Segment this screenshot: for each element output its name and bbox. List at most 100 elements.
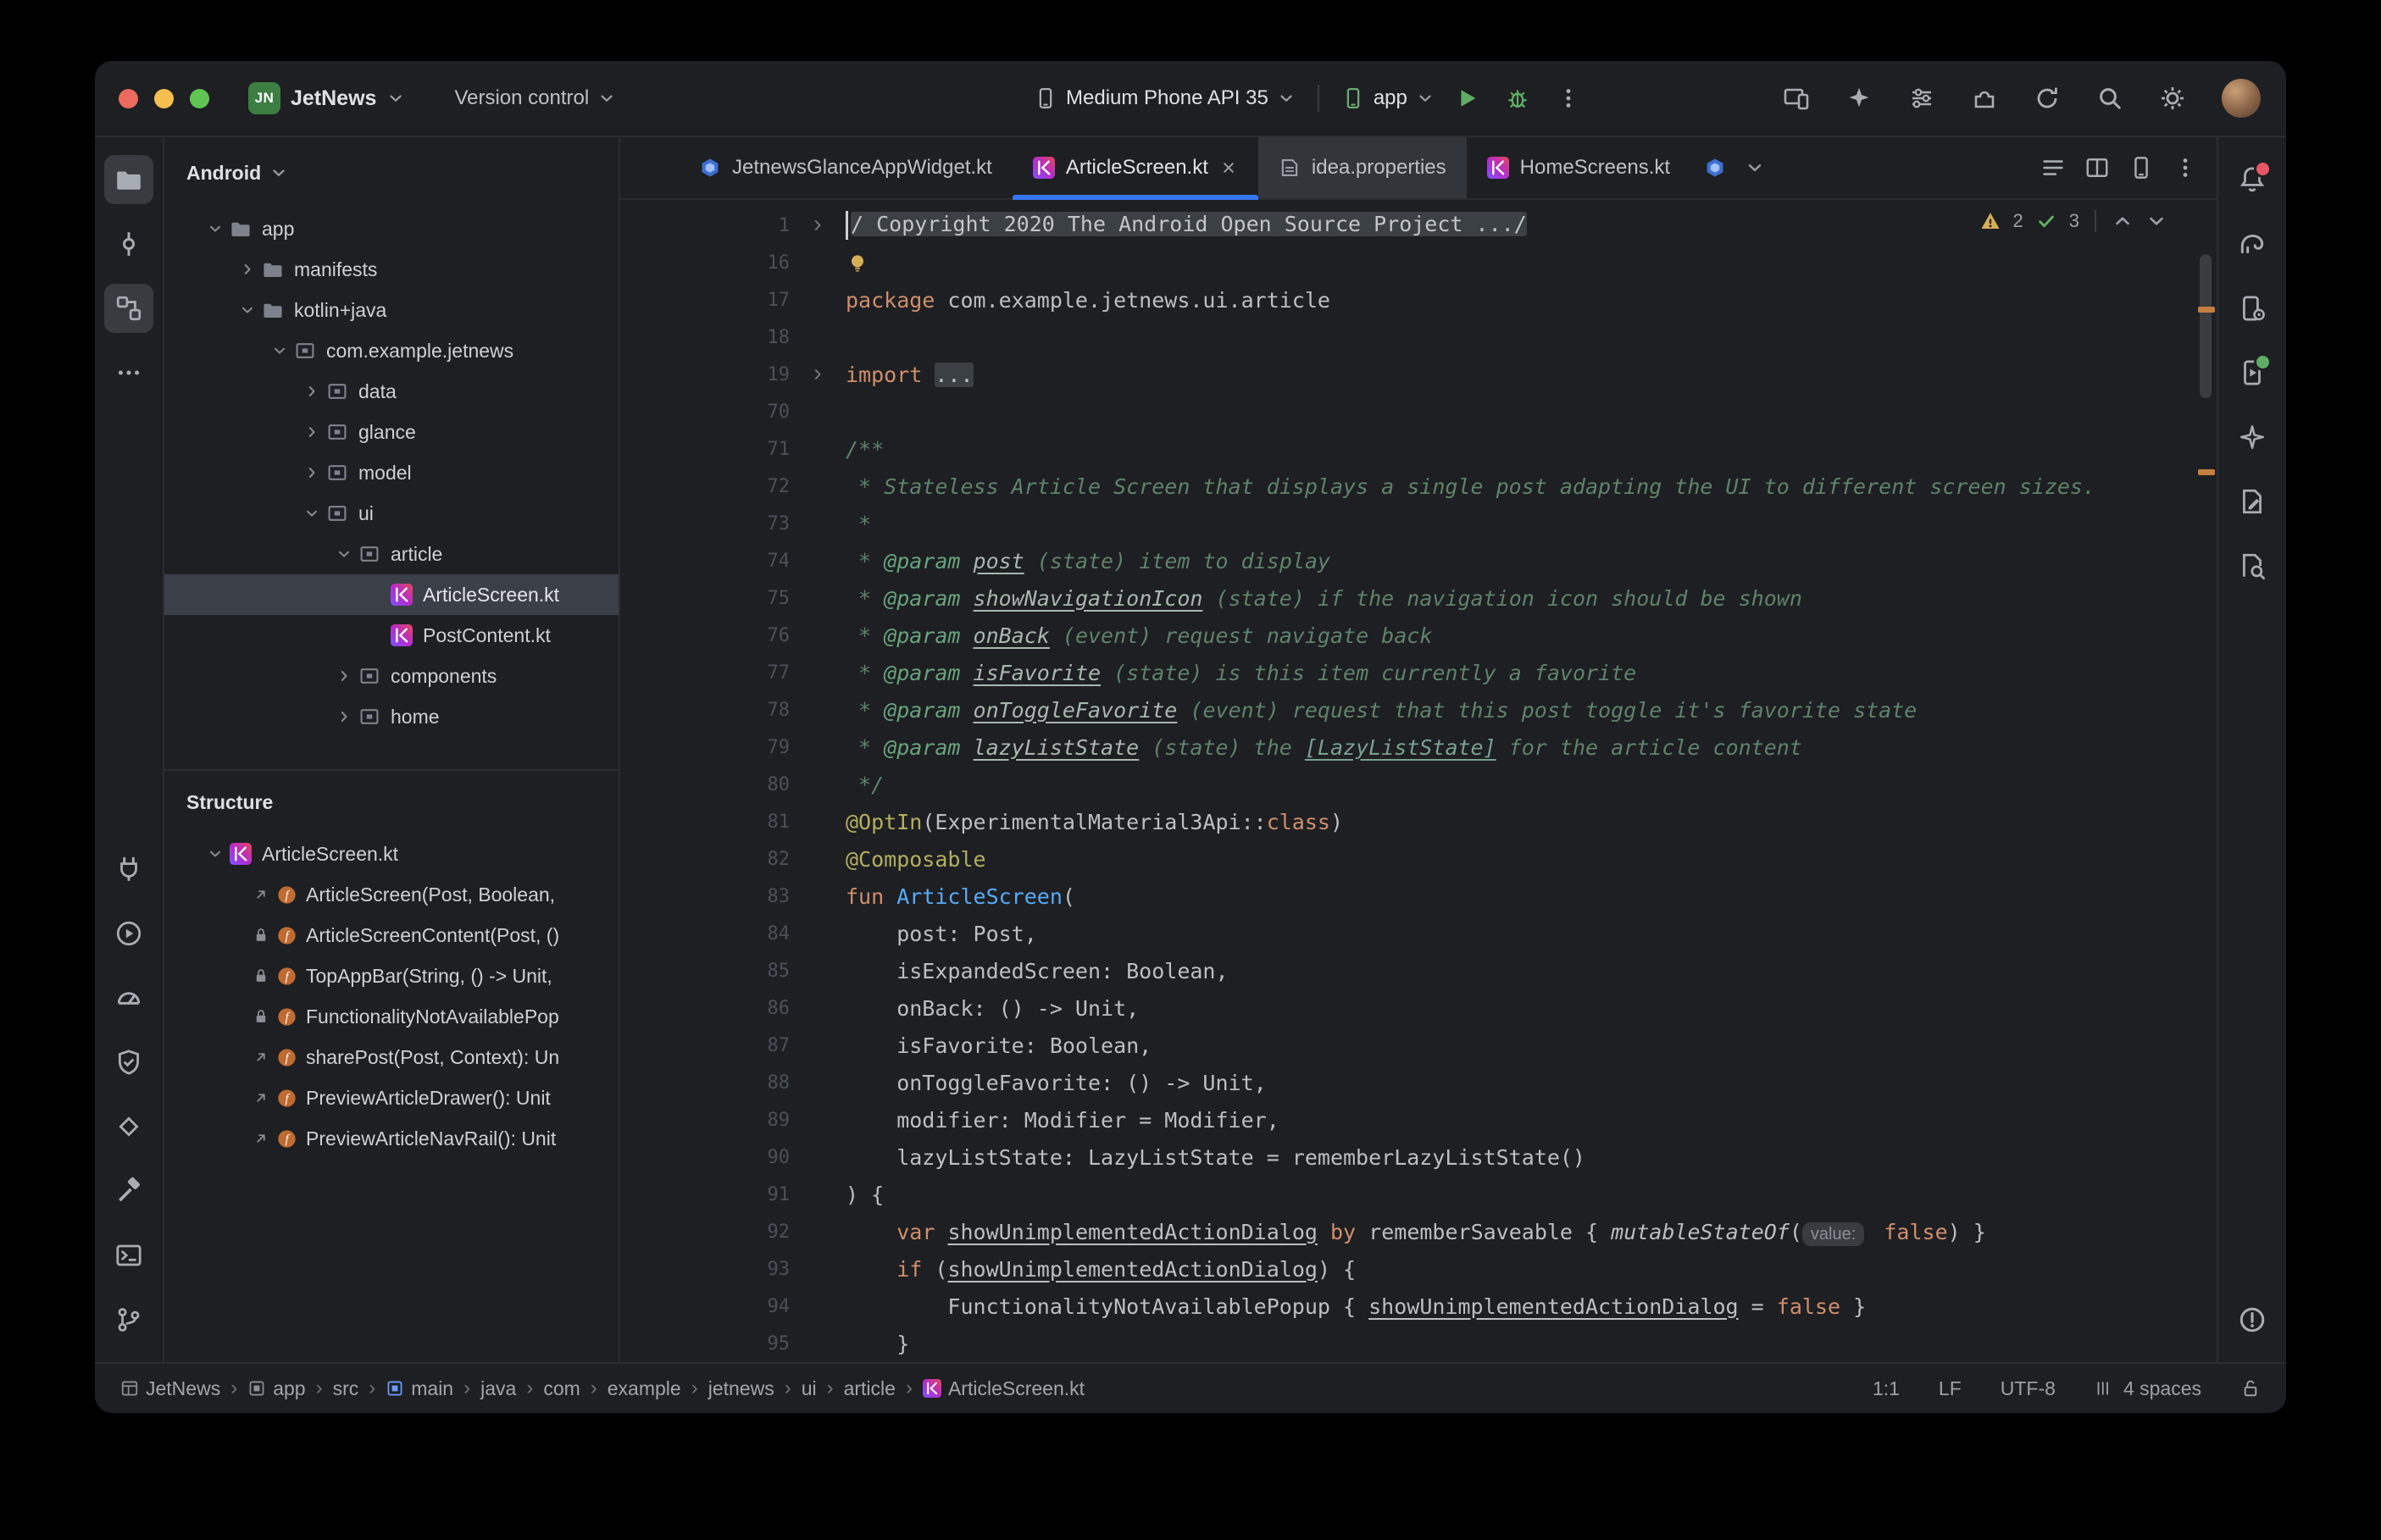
device-explorer-icon[interactable]: [104, 845, 153, 894]
chevron-down-icon[interactable]: [265, 342, 294, 359]
chevron-down-icon[interactable]: [201, 220, 230, 237]
tree-item-glance[interactable]: glance: [164, 412, 619, 452]
tree-item-manifests[interactable]: manifests: [164, 249, 619, 290]
device-preview-icon[interactable]: [2128, 155, 2154, 180]
tree-item-home[interactable]: home: [164, 696, 619, 737]
tree-item-app[interactable]: app: [164, 208, 619, 249]
user-avatar[interactable]: [2222, 79, 2261, 118]
structure-item-functionalitynotavailablepop[interactable]: f FunctionalityNotAvailablePop: [164, 996, 619, 1037]
run-tool-icon[interactable]: [104, 909, 153, 958]
notifications-icon[interactable]: [2228, 155, 2277, 204]
fold-arrow-icon[interactable]: [790, 217, 846, 234]
tree-item-ui[interactable]: ui: [164, 493, 619, 534]
breadcrumb-item-main[interactable]: main: [386, 1377, 453, 1400]
device-selector[interactable]: Medium Phone API 35: [1034, 86, 1296, 110]
tree-item-postcontent-kt[interactable]: PostContent.kt: [164, 615, 619, 656]
profiler-tool-icon[interactable]: [104, 973, 153, 1022]
inspection-widget[interactable]: 2 3: [1979, 210, 2168, 232]
structure-item-articlescreen-post-boolean[interactable]: f ArticleScreen(Post, Boolean,: [164, 874, 619, 915]
problems-tool-icon[interactable]: [2228, 1295, 2277, 1344]
build-tool-icon[interactable]: [104, 1166, 153, 1216]
intention-bulb-icon[interactable]: [846, 252, 869, 275]
tree-item-com-example-jetnews[interactable]: com.example.jetnews: [164, 330, 619, 371]
ide-settings-icon[interactable]: [2159, 85, 2186, 112]
tab-idea-properties[interactable]: idea.properties: [1258, 137, 1467, 198]
project-view-selector[interactable]: Android: [164, 137, 619, 208]
tree-item-articlescreen-kt[interactable]: ArticleScreen.kt: [164, 574, 619, 615]
breadcrumb-item-article[interactable]: article: [844, 1377, 896, 1400]
chevron-down-icon[interactable]: [297, 505, 326, 522]
structure-item-previewarticlenavrail-unit[interactable]: f PreviewArticleNavRail(): Unit: [164, 1118, 619, 1159]
tab-articlescreen-kt[interactable]: ArticleScreen.kt: [1013, 137, 1258, 198]
readonly-lock-widget[interactable]: [2240, 1378, 2261, 1399]
minimize-window-button[interactable]: [154, 89, 174, 108]
caret-position[interactable]: 1:1: [1873, 1377, 1900, 1400]
settings-sliders-icon[interactable]: [1908, 85, 1935, 112]
project-menu[interactable]: JN JetNews: [248, 82, 405, 114]
terminal-tool-icon[interactable]: [104, 1231, 153, 1280]
tree-item-components[interactable]: components: [164, 656, 619, 696]
file-encoding[interactable]: UTF-8: [2001, 1377, 2056, 1400]
editor-scrollbar[interactable]: [2200, 254, 2212, 398]
gemini-icon[interactable]: [2228, 413, 2277, 462]
chevron-right-icon[interactable]: [297, 383, 326, 400]
editor-options-icon[interactable]: [2173, 155, 2198, 180]
version-control-tool-icon[interactable]: [104, 1295, 153, 1344]
tab-jetnewsglanceappwidget-kt[interactable]: JetnewsGlanceAppWidget.kt: [679, 137, 1013, 198]
tree-item-model[interactable]: model: [164, 452, 619, 493]
line-separator[interactable]: LF: [1939, 1377, 1962, 1400]
structure-root[interactable]: ArticleScreen.kt: [164, 834, 619, 874]
close-window-button[interactable]: [119, 89, 138, 108]
device-manager-icon[interactable]: [2228, 284, 2277, 333]
sync-icon[interactable]: [2034, 85, 2061, 112]
tab-homescreens-kt[interactable]: HomeScreens.kt: [1467, 137, 1690, 198]
structure-item-articlescreencontent-post[interactable]: f ArticleScreenContent(Post, (): [164, 915, 619, 956]
find-tool-icon[interactable]: [2228, 541, 2277, 590]
chevron-right-icon[interactable]: [330, 668, 358, 684]
close-tab-icon[interactable]: [1219, 158, 1238, 177]
breadcrumb-item-articlescreen-kt[interactable]: ArticleScreen.kt: [923, 1377, 1085, 1400]
breadcrumb-item-jetnews[interactable]: JetNews: [120, 1377, 220, 1400]
chevron-down-icon[interactable]: [233, 302, 262, 319]
assistant-icon[interactable]: [2228, 477, 2277, 526]
indent-widget[interactable]: 4 spaces: [2095, 1377, 2201, 1400]
fold-arrow-icon[interactable]: [790, 366, 846, 383]
chevron-right-icon[interactable]: [233, 261, 262, 278]
more-tool-windows-icon[interactable]: [104, 348, 153, 397]
tab-overflow[interactable]: [1690, 137, 1740, 198]
hidden-tabs-button[interactable]: [1745, 137, 1765, 198]
breadcrumb-item-app[interactable]: app: [247, 1377, 305, 1400]
run-button[interactable]: [1448, 80, 1485, 117]
chevron-down-icon[interactable]: [201, 845, 230, 862]
breadcrumb-item-jetnews[interactable]: jetnews: [708, 1377, 774, 1400]
tree-item-data[interactable]: data: [164, 371, 619, 412]
chevron-right-icon[interactable]: [297, 424, 326, 440]
gradle-icon[interactable]: [2228, 219, 2277, 269]
version-control-menu[interactable]: Version control: [454, 86, 616, 110]
run-configuration-selector[interactable]: app: [1341, 86, 1435, 110]
chevron-down-icon[interactable]: [330, 546, 358, 562]
editor-list-icon[interactable]: [2040, 155, 2066, 180]
tree-item-article[interactable]: article: [164, 534, 619, 574]
search-everywhere-icon[interactable]: [2096, 85, 2123, 112]
zoom-window-button[interactable]: [190, 89, 209, 108]
chevron-down-icon[interactable]: [2145, 210, 2167, 232]
plugins-icon[interactable]: [1971, 85, 1998, 112]
breadcrumb-item-java[interactable]: java: [480, 1377, 516, 1400]
split-editor-icon[interactable]: [2084, 155, 2110, 180]
more-run-options-button[interactable]: [1550, 80, 1587, 117]
project-tool-icon[interactable]: [104, 155, 153, 204]
breadcrumb-item-com[interactable]: com: [543, 1377, 580, 1400]
chevron-right-icon[interactable]: [297, 464, 326, 481]
code-editor[interactable]: 1/ Copyright 2020 The Android Open Sourc…: [620, 200, 2217, 1362]
structure-item-p-reviewarticledrawer-unit[interactable]: f P​reviewArticleDrawer(): Unit: [164, 1077, 619, 1118]
ai-assistant-icon[interactable]: [1845, 85, 1873, 112]
chevron-up-icon[interactable]: [2112, 210, 2134, 232]
structure-tool-icon[interactable]: [104, 284, 153, 333]
commit-tool-icon[interactable]: [104, 219, 153, 269]
warning-stripe-mark[interactable]: [2198, 307, 2215, 313]
breadcrumb-item-example[interactable]: example: [608, 1377, 681, 1400]
device-mirroring-icon[interactable]: [1783, 85, 1810, 112]
running-devices-icon[interactable]: [2228, 348, 2277, 397]
structure-item-sharepost-post-context-un[interactable]: f sharePost(Post, Context): Un: [164, 1037, 619, 1077]
